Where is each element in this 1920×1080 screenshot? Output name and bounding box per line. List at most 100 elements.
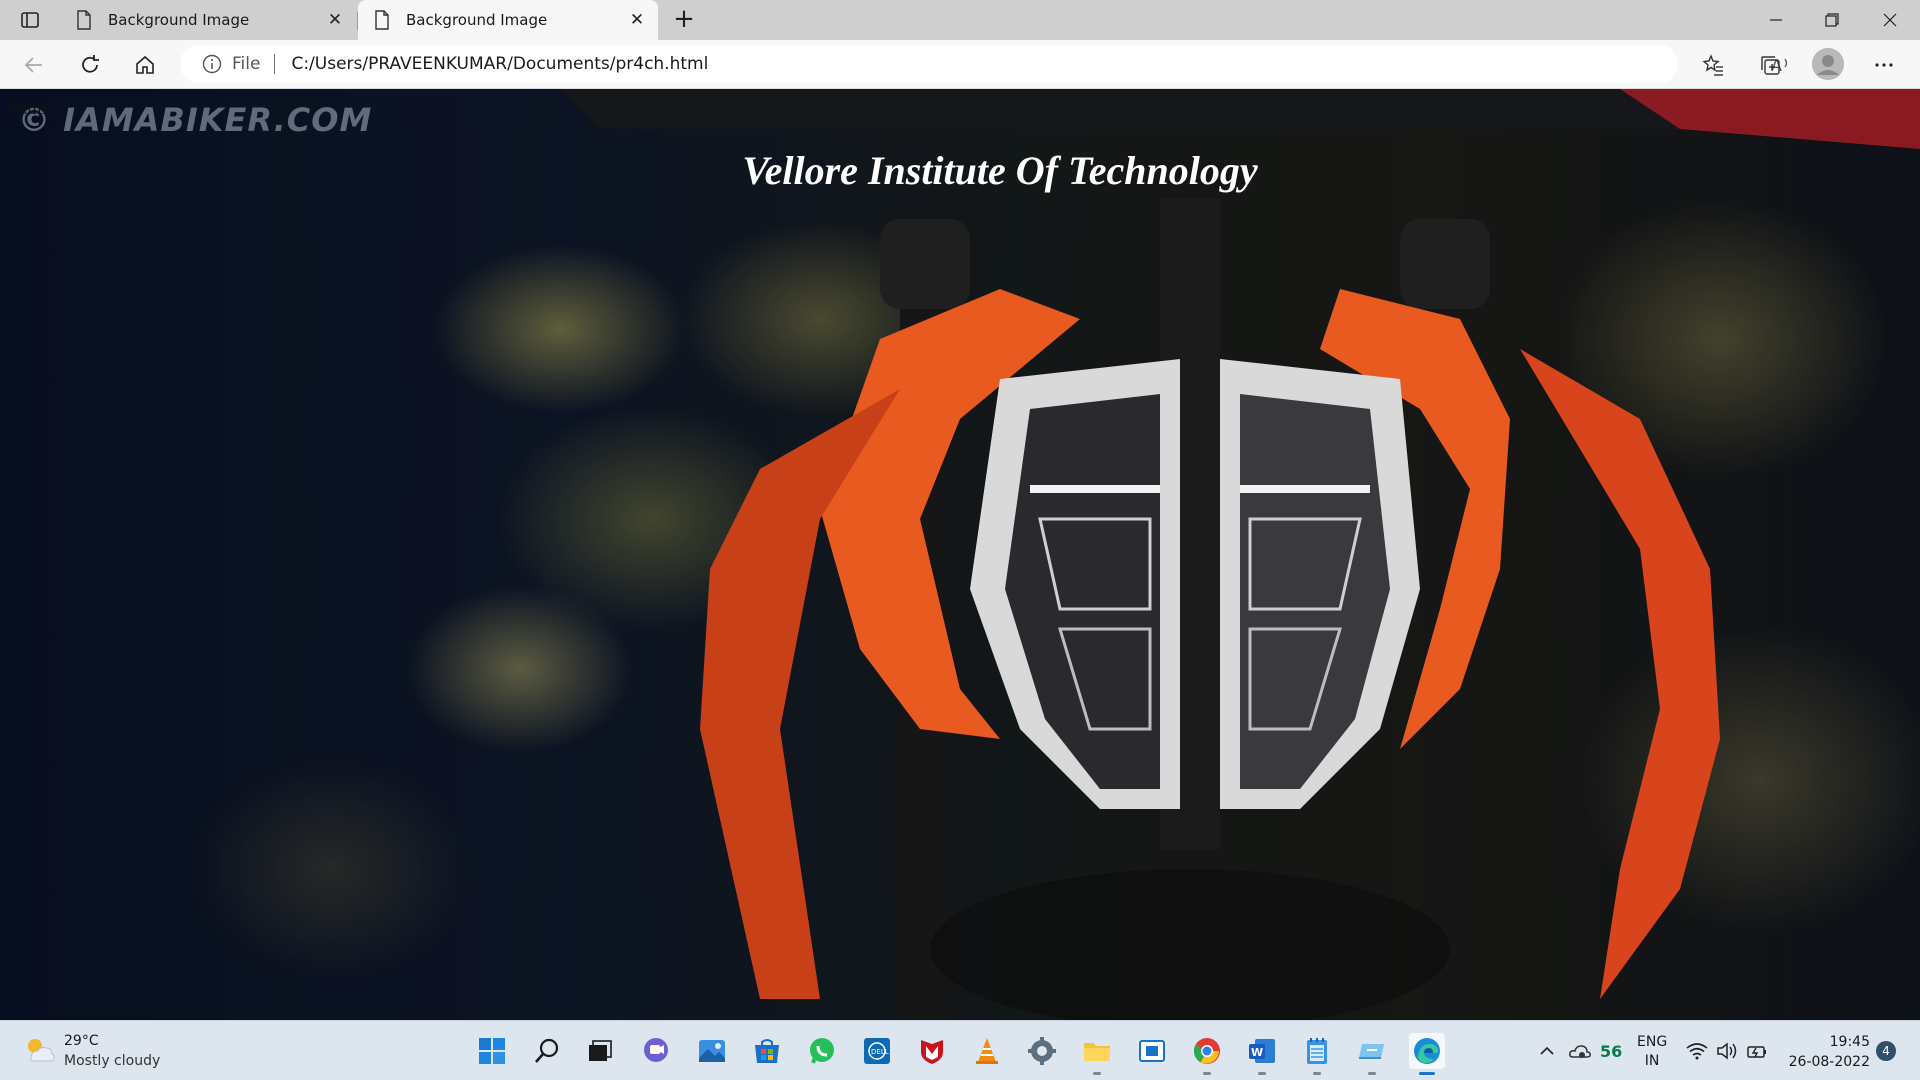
browser-toolbar: File C:/Users/PRAVEENKUMAR/Documents/pr4… bbox=[0, 40, 1920, 89]
tab-strip: Background Image ✕ Background Image ✕ + bbox=[0, 0, 1920, 40]
tab-actions-icon[interactable] bbox=[16, 9, 44, 31]
photos-button[interactable] bbox=[694, 1033, 730, 1069]
motorcycle-background-image bbox=[0, 89, 1920, 1020]
weather-condition[interactable]: Mostly cloudy bbox=[64, 1053, 160, 1069]
chrome-icon bbox=[1193, 1038, 1220, 1064]
language-code: ENG bbox=[1637, 1034, 1668, 1050]
task-view-icon bbox=[589, 1040, 612, 1061]
clock-date: 26-08-2022 bbox=[1788, 1054, 1870, 1070]
start-button[interactable] bbox=[474, 1033, 510, 1069]
word-button[interactable]: W bbox=[1244, 1033, 1280, 1075]
tab-background-image-1[interactable]: Background Image ✕ bbox=[60, 0, 356, 40]
svg-text:W: W bbox=[1251, 1046, 1263, 1059]
air-quality-value[interactable]: 56 bbox=[1600, 1021, 1622, 1080]
notepad-button[interactable] bbox=[1299, 1033, 1335, 1075]
close-icon bbox=[1883, 13, 1897, 27]
windows-logo-icon bbox=[479, 1038, 505, 1064]
chevron-up-icon bbox=[1540, 1046, 1554, 1055]
wifi-button[interactable] bbox=[1686, 1021, 1708, 1080]
show-hidden-icons-button[interactable] bbox=[1538, 1021, 1556, 1080]
mcafee-button[interactable] bbox=[914, 1033, 950, 1069]
clock[interactable]: 19:45 26-08-2022 bbox=[1780, 1032, 1870, 1072]
clock-time: 19:45 bbox=[1829, 1034, 1870, 1050]
vlc-button[interactable] bbox=[969, 1033, 1005, 1069]
close-window-button[interactable] bbox=[1862, 0, 1918, 40]
gear-icon bbox=[1028, 1037, 1056, 1065]
scheme-label: File bbox=[232, 54, 261, 74]
more-icon bbox=[1875, 63, 1893, 67]
chrome-button[interactable] bbox=[1189, 1033, 1225, 1075]
mcafee-shield-icon bbox=[921, 1040, 943, 1064]
url-text[interactable]: C:/Users/PRAVEENKUMAR/Documents/pr4ch.ht… bbox=[291, 54, 708, 74]
collections-button[interactable] bbox=[1752, 48, 1788, 82]
store-icon bbox=[755, 1039, 779, 1063]
settings-button[interactable] bbox=[1024, 1033, 1060, 1069]
input-language[interactable]: ENG IN bbox=[1637, 1033, 1667, 1071]
minimize-icon bbox=[1770, 19, 1782, 21]
tab-label: Background Image bbox=[406, 11, 548, 29]
address-bar[interactable]: File C:/Users/PRAVEENKUMAR/Documents/pr4… bbox=[180, 45, 1838, 83]
whatsapp-button[interactable] bbox=[804, 1033, 840, 1069]
svg-text:DELL: DELL bbox=[871, 1048, 889, 1056]
tab-label: Background Image bbox=[108, 11, 250, 29]
running-indicator bbox=[1093, 1072, 1101, 1075]
edge-icon bbox=[1414, 1038, 1440, 1064]
speaker-icon bbox=[1717, 1042, 1737, 1060]
task-view-button[interactable] bbox=[581, 1033, 617, 1069]
close-tab-icon[interactable]: ✕ bbox=[320, 10, 350, 30]
refresh-button[interactable] bbox=[72, 48, 108, 82]
close-tab-icon[interactable]: ✕ bbox=[622, 10, 652, 30]
favorites-icon bbox=[1702, 54, 1723, 76]
laptop-cloud-icon bbox=[1359, 1044, 1384, 1059]
running-indicator bbox=[1313, 1072, 1321, 1075]
chat-icon bbox=[644, 1038, 668, 1062]
running-indicator bbox=[1258, 1072, 1266, 1075]
region-code: IN bbox=[1644, 1053, 1660, 1069]
page-icon bbox=[77, 10, 91, 30]
word-icon: W bbox=[1249, 1039, 1275, 1063]
page-icon bbox=[375, 10, 389, 30]
battery-charging-icon bbox=[1747, 1046, 1766, 1058]
snipping-tool-button[interactable] bbox=[1134, 1033, 1170, 1069]
dell-icon: DELL bbox=[864, 1038, 890, 1064]
settings-more-button[interactable] bbox=[1866, 48, 1902, 82]
notification-badge[interactable]: 4 bbox=[1876, 1041, 1896, 1061]
page-viewport: © IAMABIKER.COM html Vellore Institute O… bbox=[0, 89, 1920, 1020]
home-button[interactable] bbox=[127, 48, 163, 82]
search-button[interactable] bbox=[529, 1033, 565, 1069]
back-arrow-icon bbox=[24, 57, 42, 73]
cloud-icon bbox=[1569, 1045, 1591, 1058]
cloud-app-button[interactable] bbox=[1354, 1033, 1390, 1075]
restore-icon bbox=[1825, 13, 1839, 27]
watermark-text: © IAMABIKER.COM bbox=[18, 101, 373, 139]
new-tab-button[interactable]: + bbox=[664, 0, 704, 40]
folder-icon bbox=[1084, 1043, 1110, 1061]
wifi-icon bbox=[1686, 1043, 1708, 1060]
snipping-icon bbox=[1139, 1040, 1165, 1062]
battery-button[interactable] bbox=[1746, 1021, 1768, 1080]
info-icon[interactable] bbox=[202, 54, 222, 74]
address-divider bbox=[274, 54, 276, 74]
refresh-icon bbox=[82, 55, 99, 73]
volume-button[interactable] bbox=[1716, 1021, 1738, 1080]
page-heading: Vellore Institute Of Technology bbox=[0, 147, 1920, 194]
partly-cloudy-icon[interactable] bbox=[22, 1034, 56, 1064]
back-button[interactable] bbox=[16, 48, 52, 82]
running-indicator bbox=[1368, 1072, 1376, 1075]
profile-avatar[interactable] bbox=[1812, 48, 1844, 80]
teams-chat-button[interactable] bbox=[638, 1033, 674, 1069]
heading-text: Vellore Institute Of Technology bbox=[742, 148, 1258, 193]
weather-temperature[interactable]: 29°C bbox=[64, 1033, 99, 1049]
tab-background-image-2[interactable]: Background Image ✕ bbox=[358, 0, 658, 40]
file-explorer-button[interactable] bbox=[1079, 1033, 1115, 1075]
microsoft-store-button[interactable] bbox=[749, 1033, 785, 1069]
minimize-button[interactable] bbox=[1748, 0, 1804, 40]
edge-button[interactable] bbox=[1409, 1033, 1445, 1075]
air-quality-tray[interactable] bbox=[1568, 1021, 1592, 1080]
running-indicator bbox=[1203, 1072, 1211, 1075]
photos-icon bbox=[699, 1040, 725, 1062]
dell-app-button[interactable]: DELL bbox=[859, 1033, 895, 1069]
favorites-button[interactable] bbox=[1695, 48, 1731, 82]
taskbar: 29°C Mostly cloudy DELL W 56 ENG IN 19:4… bbox=[0, 1020, 1920, 1080]
restore-button[interactable] bbox=[1804, 0, 1860, 40]
